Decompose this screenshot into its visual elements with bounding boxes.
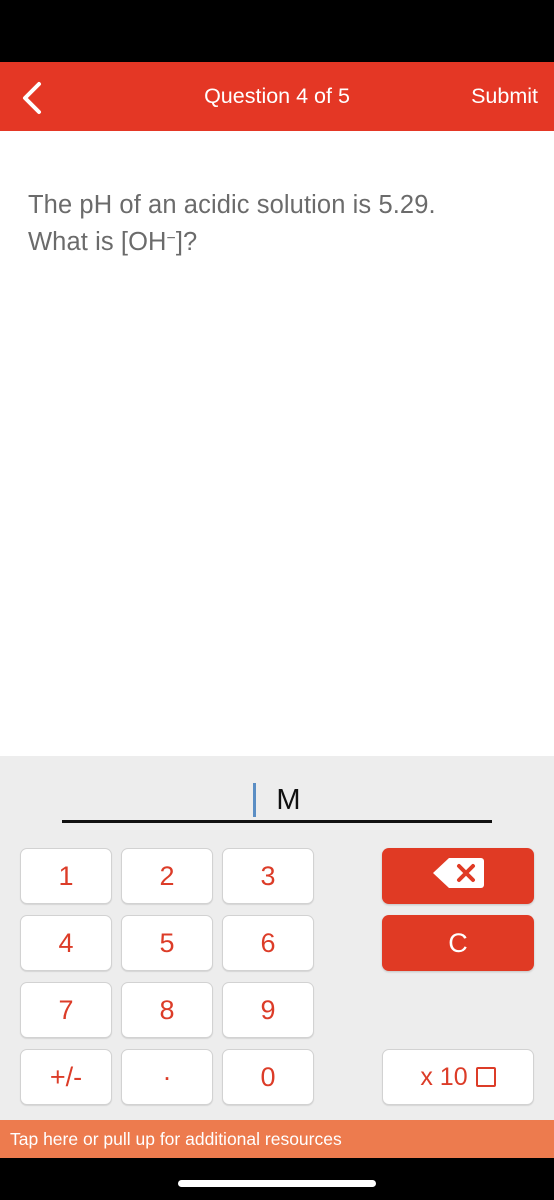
additional-resources-bar[interactable]: Tap here or pull up for additional resou… bbox=[0, 1120, 554, 1158]
key-5[interactable]: 5 bbox=[121, 915, 213, 971]
key-0[interactable]: 0 bbox=[222, 1049, 314, 1105]
home-indicator[interactable] bbox=[178, 1180, 376, 1187]
exponent-placeholder-box bbox=[475, 1067, 496, 1087]
key-4[interactable]: 4 bbox=[20, 915, 112, 971]
backspace-button[interactable] bbox=[382, 848, 534, 904]
key-8[interactable]: 8 bbox=[121, 982, 213, 1038]
question-area: The pH of an acidic solution is 5.29. Wh… bbox=[0, 131, 554, 756]
home-indicator-area bbox=[0, 1158, 554, 1200]
clear-button[interactable]: C bbox=[382, 915, 534, 971]
key-1-label: 1 bbox=[58, 860, 74, 891]
question-line-2-suffix: ]? bbox=[175, 228, 198, 257]
key-7-label: 7 bbox=[58, 994, 74, 1025]
key-5-label: 5 bbox=[159, 927, 175, 958]
backspace-icon bbox=[431, 856, 485, 897]
question-line-2-superscript: − bbox=[166, 230, 176, 247]
question-text: The pH of an acidic solution is 5.29. Wh… bbox=[28, 189, 533, 259]
keypad-panel: M 1 2 3 4 5 6 7 8 9 +/- . 0 C x 10 bbox=[0, 756, 554, 1120]
key-0-label: 0 bbox=[260, 1061, 276, 1092]
key-9-label: 9 bbox=[260, 994, 276, 1025]
key-7[interactable]: 7 bbox=[20, 982, 112, 1038]
question-line-2-prefix: What is [OH bbox=[28, 228, 167, 257]
key-plus-minus[interactable]: +/- bbox=[20, 1049, 112, 1105]
additional-resources-label: Tap here or pull up for additional resou… bbox=[10, 1128, 342, 1149]
key-8-label: 8 bbox=[159, 994, 175, 1025]
clear-button-label: C bbox=[448, 927, 468, 958]
text-cursor bbox=[253, 783, 257, 817]
key-decimal[interactable]: . bbox=[121, 1049, 213, 1105]
key-decimal-label: . bbox=[163, 1055, 171, 1086]
key-4-label: 4 bbox=[58, 927, 74, 958]
key-3[interactable]: 3 bbox=[222, 848, 314, 904]
key-9[interactable]: 9 bbox=[222, 982, 314, 1038]
answer-input[interactable]: M bbox=[62, 776, 492, 824]
key-plus-minus-label: +/- bbox=[49, 1061, 83, 1092]
key-3-label: 3 bbox=[260, 860, 276, 891]
answer-input-inner: M bbox=[62, 776, 492, 824]
question-line-1: The pH of an acidic solution is 5.29. bbox=[28, 191, 436, 219]
answer-unit-label: M bbox=[276, 783, 301, 816]
key-6-label: 6 bbox=[260, 927, 276, 958]
key-2[interactable]: 2 bbox=[121, 848, 213, 904]
answer-underline bbox=[62, 820, 492, 823]
exponent-button-label: x 10 bbox=[420, 1062, 468, 1091]
status-bar bbox=[0, 0, 554, 62]
submit-button[interactable]: Submit bbox=[471, 62, 538, 131]
key-6[interactable]: 6 bbox=[222, 915, 314, 971]
exponent-button[interactable]: x 10 bbox=[382, 1049, 534, 1105]
key-2-label: 2 bbox=[159, 860, 175, 891]
phone-screen: Question 4 of 5 Submit The pH of an acid… bbox=[0, 0, 554, 1200]
key-1[interactable]: 1 bbox=[20, 848, 112, 904]
